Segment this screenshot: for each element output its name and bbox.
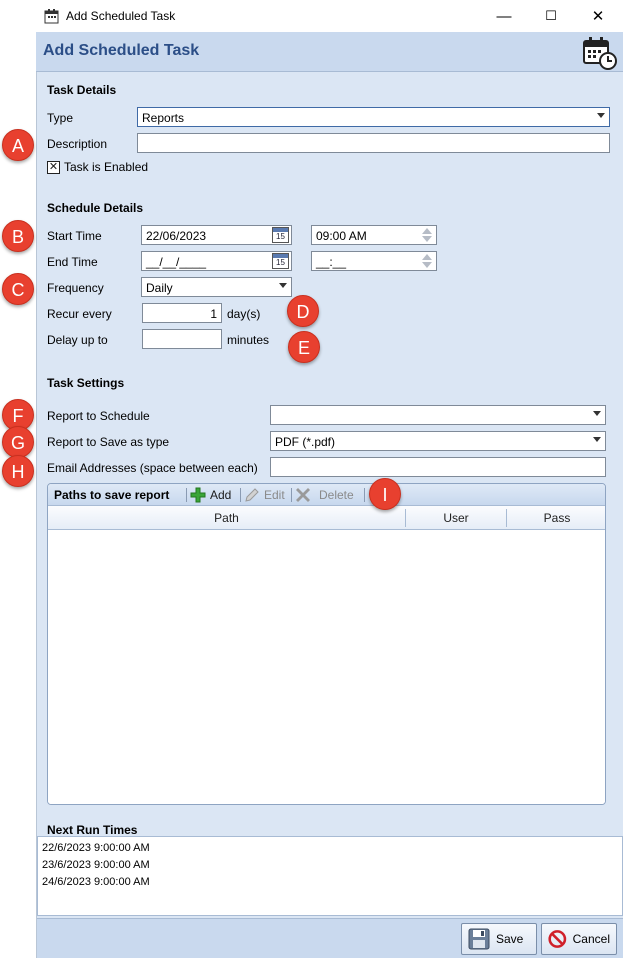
annotation-badge-i: I [369, 478, 401, 510]
annotation-badge-b: B [2, 220, 34, 252]
toolbar-separator [240, 488, 241, 502]
task-details-heading: Task Details [47, 83, 117, 97]
minimize-button[interactable]: — [481, 0, 527, 32]
edit-path-label: Edit [264, 488, 285, 502]
type-select[interactable]: Reports [137, 107, 610, 127]
list-item: 24/6/2023 9:00:00 AM [42, 876, 150, 888]
delete-x-icon [296, 488, 310, 502]
recur-unit-label: day(s) [227, 307, 261, 321]
add-path-button[interactable]: Add [190, 486, 231, 504]
frequency-select[interactable]: Daily [141, 277, 292, 297]
page-title: Add Scheduled Task [43, 42, 200, 59]
floppy-disk-icon [468, 928, 490, 950]
end-date-input[interactable]: __/__/____ 15 [141, 251, 292, 271]
delete-path-button[interactable]: Delete [295, 486, 354, 504]
start-date-value: 22/06/2023 [146, 229, 207, 243]
type-label: Type [47, 111, 74, 125]
start-time-value: 09:00 AM [316, 229, 367, 243]
calendar-clock-icon [583, 37, 617, 70]
plus-icon [190, 487, 206, 503]
end-date-value: __/__/____ [146, 255, 207, 269]
annotation-badge-d: D [287, 295, 319, 327]
save-button-label: Save [496, 932, 524, 946]
save-as-type-label: Report to Save as type [47, 435, 170, 449]
start-time-label: Start Time [47, 229, 102, 243]
column-header-path[interactable]: Path [48, 511, 405, 525]
column-header-user[interactable]: User [406, 511, 506, 525]
annotation-badge-a: A [2, 129, 34, 161]
paths-grid-header: Path User Pass [48, 506, 605, 530]
email-addresses-input[interactable] [270, 457, 606, 477]
task-settings-heading: Task Settings [47, 376, 125, 390]
delay-input[interactable] [142, 329, 222, 349]
chevron-down-icon [593, 411, 601, 416]
toolbar-separator [291, 488, 292, 502]
task-enabled-label: Task is Enabled [64, 160, 149, 174]
paths-toolbar: Paths to save report Add Edit Delete [48, 484, 605, 506]
next-run-times-heading: Next Run Times [47, 823, 138, 837]
end-time-value: __:__ [316, 255, 347, 269]
start-date-input[interactable]: 22/06/2023 15 [141, 225, 292, 245]
chevron-down-icon [597, 113, 605, 118]
save-as-type-value: PDF (*.pdf) [275, 435, 336, 449]
paths-grid-title: Paths to save report [54, 488, 170, 502]
description-label: Description [47, 137, 108, 151]
spin-updown-icon[interactable] [421, 253, 433, 269]
save-as-type-select[interactable]: PDF (*.pdf) [270, 431, 606, 451]
title-bar: Add Scheduled Task — ☐ ✕ [36, 0, 623, 32]
column-header-pass[interactable]: Pass [507, 511, 605, 525]
calendar-app-icon [44, 9, 59, 24]
task-enabled-checkbox[interactable]: ✕ [47, 161, 60, 174]
paths-grid: Paths to save report Add Edit Delete Pat… [47, 483, 606, 805]
cancel-button[interactable]: Cancel [541, 923, 617, 955]
save-button[interactable]: Save [461, 923, 537, 955]
recur-every-input[interactable]: 1 [142, 303, 222, 323]
recur-every-label: Recur every [47, 307, 112, 321]
toolbar-separator [186, 488, 187, 502]
window-title: Add Scheduled Task [66, 9, 176, 23]
dialog-footer: Save Cancel [37, 918, 623, 958]
report-to-schedule-select[interactable] [270, 405, 606, 425]
type-select-value: Reports [142, 111, 185, 125]
schedule-details-heading: Schedule Details [47, 201, 144, 215]
frequency-value: Daily [146, 281, 173, 295]
delete-path-label: Delete [319, 488, 354, 502]
list-item: 23/6/2023 9:00:00 AM [42, 859, 150, 871]
edit-path-button[interactable]: Edit [244, 486, 285, 504]
calendar-picker-icon[interactable]: 15 [272, 253, 289, 269]
annotation-badge-g: G [2, 426, 34, 458]
email-addresses-label: Email Addresses (space between each) [47, 461, 258, 475]
calendar-picker-icon[interactable]: 15 [272, 227, 289, 243]
pencil-icon [245, 488, 259, 502]
start-time-input[interactable]: 09:00 AM [311, 225, 437, 245]
delay-label: Delay up to [47, 333, 108, 347]
next-run-times-list: 22/6/2023 9:00:00 AM 23/6/2023 9:00:00 A… [37, 836, 623, 916]
annotation-badge-h: H [2, 455, 34, 487]
annotation-badge-e: E [288, 331, 320, 363]
list-item: 22/6/2023 9:00:00 AM [42, 842, 150, 854]
chevron-down-icon [593, 437, 601, 442]
maximize-button[interactable]: ☐ [528, 0, 574, 32]
close-button[interactable]: ✕ [575, 0, 621, 32]
spin-updown-icon[interactable] [421, 227, 433, 243]
recur-every-value: 1 [210, 307, 217, 321]
toolbar-separator [364, 488, 365, 502]
delay-unit-label: minutes [227, 333, 270, 347]
frequency-label: Frequency [47, 281, 104, 295]
end-time-input[interactable]: __:__ [311, 251, 437, 271]
annotation-badge-c: C [2, 273, 34, 305]
chevron-down-icon [279, 283, 287, 288]
paths-grid-body[interactable] [48, 531, 605, 804]
cancel-button-label: Cancel [572, 932, 610, 946]
end-time-label: End Time [47, 255, 98, 269]
add-path-label: Add [210, 488, 232, 502]
description-input[interactable] [137, 133, 610, 153]
report-to-schedule-label: Report to Schedule [47, 409, 150, 423]
dialog-header: Add Scheduled Task [36, 32, 623, 72]
cancel-prohibit-icon [548, 930, 567, 948]
